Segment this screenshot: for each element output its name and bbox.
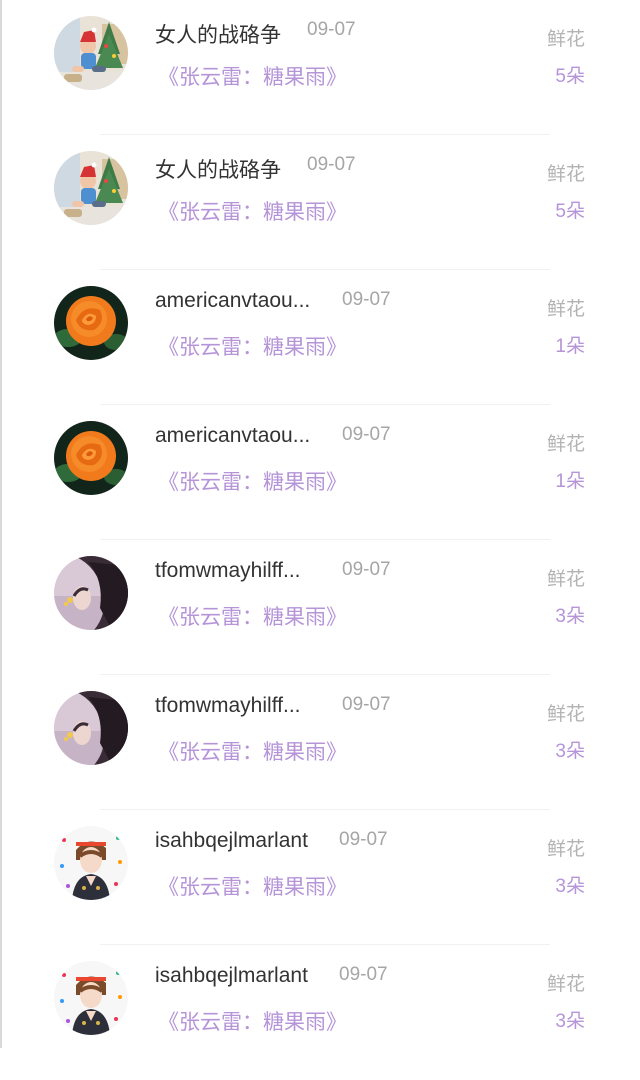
orange-rose-avatar <box>54 286 128 360</box>
list-item[interactable]: 女人的战硌争 09-07 《张云雷：糖果雨》 鲜花 5朵 <box>0 0 640 135</box>
child-christmas-avatar <box>54 16 128 90</box>
user-name[interactable]: tfomwmayhilff... <box>155 694 300 718</box>
gift-type-label: 鲜花 <box>546 164 585 185</box>
gift-count: 3朵 <box>555 606 585 627</box>
anime-boy-avatar <box>54 826 128 900</box>
gift-date: 09-07 <box>342 559 391 580</box>
gift-count: 5朵 <box>555 201 585 222</box>
long-hair-girl-avatar <box>54 691 128 765</box>
gift-date: 09-07 <box>307 19 356 40</box>
song-title-link[interactable]: 《张云雷：糖果雨》 <box>158 871 347 901</box>
user-name[interactable]: 女人的战硌争 <box>155 19 281 49</box>
user-name[interactable]: americanvtaou... <box>155 424 310 448</box>
user-name[interactable]: isahbqejlmarlant <box>155 829 308 853</box>
gift-date: 09-07 <box>342 424 391 445</box>
list-item[interactable]: americanvtaou... 09-07 《张云雷：糖果雨》 鲜花 1朵 <box>0 270 640 405</box>
gift-type-label: 鲜花 <box>546 299 585 320</box>
gift-date: 09-07 <box>342 289 391 310</box>
avatar[interactable] <box>54 16 128 90</box>
song-title-link[interactable]: 《张云雷：糖果雨》 <box>158 331 347 361</box>
song-title-link[interactable]: 《张云雷：糖果雨》 <box>158 196 347 226</box>
list-item[interactable]: isahbqejlmarlant 09-07 《张云雷：糖果雨》 鲜花 3朵 <box>0 810 640 945</box>
long-hair-girl-avatar <box>54 556 128 630</box>
gift-count: 1朵 <box>555 471 585 492</box>
gift-type-label: 鲜花 <box>546 569 585 590</box>
avatar[interactable] <box>54 826 128 900</box>
list-item[interactable]: tfomwmayhilff... 09-07 《张云雷：糖果雨》 鲜花 3朵 <box>0 540 640 675</box>
gift-count: 3朵 <box>555 741 585 762</box>
avatar[interactable] <box>54 961 128 1035</box>
gift-type-label: 鲜花 <box>546 974 585 995</box>
avatar[interactable] <box>54 421 128 495</box>
gift-date: 09-07 <box>307 154 356 175</box>
song-title-link[interactable]: 《张云雷：糖果雨》 <box>158 1006 347 1036</box>
song-title-link[interactable]: 《张云雷：糖果雨》 <box>158 601 347 631</box>
gift-count: 3朵 <box>555 876 585 897</box>
list-item[interactable]: isahbqejlmarlant 09-07 《张云雷：糖果雨》 鲜花 3朵 <box>0 945 640 1080</box>
avatar[interactable] <box>54 691 128 765</box>
gift-date: 09-07 <box>342 694 391 715</box>
song-title-link[interactable]: 《张云雷：糖果雨》 <box>158 61 347 91</box>
gift-type-label: 鲜花 <box>546 839 585 860</box>
orange-rose-avatar <box>54 421 128 495</box>
song-title-link[interactable]: 《张云雷：糖果雨》 <box>158 736 347 766</box>
gift-type-label: 鲜花 <box>546 29 585 50</box>
gift-type-label: 鲜花 <box>546 704 585 725</box>
gift-date: 09-07 <box>339 964 388 985</box>
list-item[interactable]: americanvtaou... 09-07 《张云雷：糖果雨》 鲜花 1朵 <box>0 405 640 540</box>
avatar[interactable] <box>54 556 128 630</box>
anime-boy-avatar <box>54 961 128 1035</box>
list-item[interactable]: tfomwmayhilff... 09-07 《张云雷：糖果雨》 鲜花 3朵 <box>0 675 640 810</box>
song-title-link[interactable]: 《张云雷：糖果雨》 <box>158 466 347 496</box>
user-name[interactable]: tfomwmayhilff... <box>155 559 300 583</box>
avatar[interactable] <box>54 151 128 225</box>
gift-count: 1朵 <box>555 336 585 357</box>
user-name[interactable]: 女人的战硌争 <box>155 154 281 184</box>
list-item[interactable]: 女人的战硌争 09-07 《张云雷：糖果雨》 鲜花 5朵 <box>0 135 640 270</box>
gift-count: 3朵 <box>555 1011 585 1032</box>
gift-type-label: 鲜花 <box>546 434 585 455</box>
gift-date: 09-07 <box>339 829 388 850</box>
avatar[interactable] <box>54 286 128 360</box>
child-christmas-avatar <box>54 151 128 225</box>
gift-count: 5朵 <box>555 66 585 87</box>
user-name[interactable]: americanvtaou... <box>155 289 310 313</box>
user-name[interactable]: isahbqejlmarlant <box>155 964 308 988</box>
gift-record-list: 女人的战硌争 09-07 《张云雷：糖果雨》 鲜花 5朵 女人的战硌争 09-0… <box>0 0 640 1080</box>
